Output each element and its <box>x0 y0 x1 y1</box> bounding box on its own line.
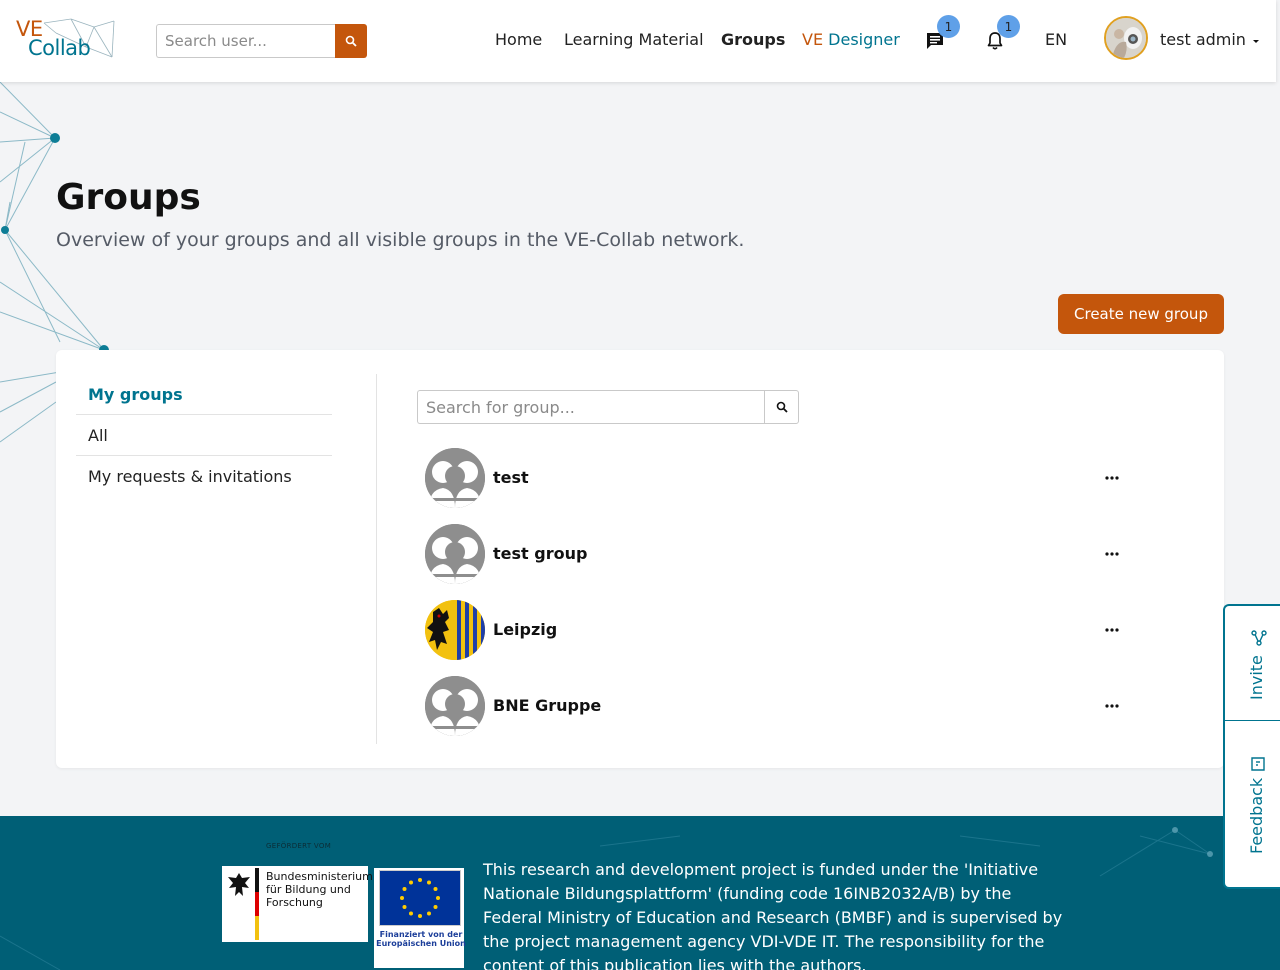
create-new-group-button[interactable]: Create new group <box>1058 294 1224 334</box>
funded-label: GEFÖRDERT VOM <box>266 842 332 850</box>
group-options-button[interactable] <box>1103 620 1121 640</box>
user-menu[interactable]: test admin <box>1160 30 1261 50</box>
logo-collab-text: Collab <box>28 36 91 60</box>
flag-stripe-red <box>255 892 259 916</box>
filter-requests-invitations[interactable]: My requests & invitations <box>76 456 332 497</box>
group-avatar <box>425 448 485 508</box>
ellipsis-icon <box>1105 552 1119 556</box>
group-row[interactable]: test group <box>425 524 1129 600</box>
nav-ve-designer-ve: VE <box>802 30 824 49</box>
feedback-tab[interactable]: Feedback <box>1225 722 1280 887</box>
footer: GEFÖRDERT VOM Bundesministerium für Bild… <box>0 816 1280 970</box>
coat-of-arms-icon <box>425 600 485 660</box>
default-group-avatar-icon <box>425 676 485 736</box>
invite-label: Invite <box>1247 655 1266 700</box>
groups-card: My groups All My requests & invitations <box>56 350 1224 768</box>
search-icon <box>776 401 788 413</box>
ve-collab-logo[interactable]: VE Collab <box>16 17 116 63</box>
default-group-avatar-icon <box>425 448 485 508</box>
feedback-label: Feedback <box>1247 777 1266 854</box>
vertical-divider <box>376 374 377 744</box>
bmbf-name: Bundesministerium für Bildung und Forsch… <box>266 870 373 909</box>
ellipsis-icon <box>1105 704 1119 708</box>
user-search-button[interactable] <box>335 24 367 58</box>
language-switcher[interactable]: EN <box>1045 30 1067 50</box>
flag-stripe-gold <box>255 916 259 940</box>
caret-down-icon <box>1252 39 1259 43</box>
group-name[interactable]: test <box>493 467 529 489</box>
group-avatar <box>425 676 485 736</box>
avatar-image <box>1106 18 1146 58</box>
user-avatar[interactable] <box>1104 16 1148 60</box>
group-options-button[interactable] <box>1103 544 1121 564</box>
share-icon <box>1251 630 1267 646</box>
notifications-badge: 1 <box>997 15 1020 38</box>
invite-tab[interactable]: Invite <box>1225 606 1280 721</box>
nav-home[interactable]: Home <box>495 30 542 50</box>
page-subtitle: Overview of your groups and all visible … <box>56 229 745 251</box>
group-row[interactable]: test <box>425 448 1129 524</box>
user-search <box>156 24 367 58</box>
nav-groups[interactable]: Groups <box>721 30 785 50</box>
filter-my-groups[interactable]: My groups <box>76 374 332 415</box>
group-options-button[interactable] <box>1103 468 1121 488</box>
side-tabs: Invite Feedback <box>1223 604 1280 889</box>
group-avatar <box>425 524 485 584</box>
group-row[interactable]: BNE Gruppe <box>425 676 1129 752</box>
filter-all[interactable]: All <box>76 415 332 456</box>
navbar: VE Collab Home Learning Material Groups … <box>0 0 1276 82</box>
nav-ve-designer-label: Designer <box>828 30 900 49</box>
footer-funding-text: This research and development project is… <box>483 860 1063 970</box>
group-name[interactable]: BNE Gruppe <box>493 695 601 717</box>
feedback-icon <box>1251 757 1265 771</box>
chat-badge: 1 <box>937 15 960 38</box>
ellipsis-icon <box>1105 476 1119 480</box>
group-name[interactable]: test group <box>493 543 587 565</box>
group-avatar <box>425 600 485 660</box>
group-row[interactable]: Leipzig <box>425 600 1129 676</box>
nav-ve-designer[interactable]: VE Designer <box>802 30 900 50</box>
page-title: Groups <box>56 177 201 218</box>
nav-learning-material[interactable]: Learning Material <box>564 30 704 50</box>
user-search-input[interactable] <box>156 24 336 58</box>
groups-filter-nav: My groups All My requests & invitations <box>76 374 332 497</box>
flag-stripe-black <box>255 868 259 892</box>
group-search <box>417 390 799 424</box>
group-search-input[interactable] <box>417 390 765 424</box>
group-list: test test group Leipzig BNE Gruppe <box>425 448 1129 752</box>
federal-eagle-icon <box>228 873 250 896</box>
ellipsis-icon <box>1105 628 1119 632</box>
eu-stars-icon <box>400 878 440 918</box>
search-icon <box>345 35 357 47</box>
default-group-avatar-icon <box>425 524 485 584</box>
group-name[interactable]: Leipzig <box>493 619 557 641</box>
eu-flag <box>379 870 461 926</box>
group-options-button[interactable] <box>1103 696 1121 716</box>
eu-caption: Finanziert von der Europäischen Union <box>376 930 466 948</box>
user-name: test admin <box>1160 30 1246 49</box>
group-search-button[interactable] <box>764 390 799 424</box>
